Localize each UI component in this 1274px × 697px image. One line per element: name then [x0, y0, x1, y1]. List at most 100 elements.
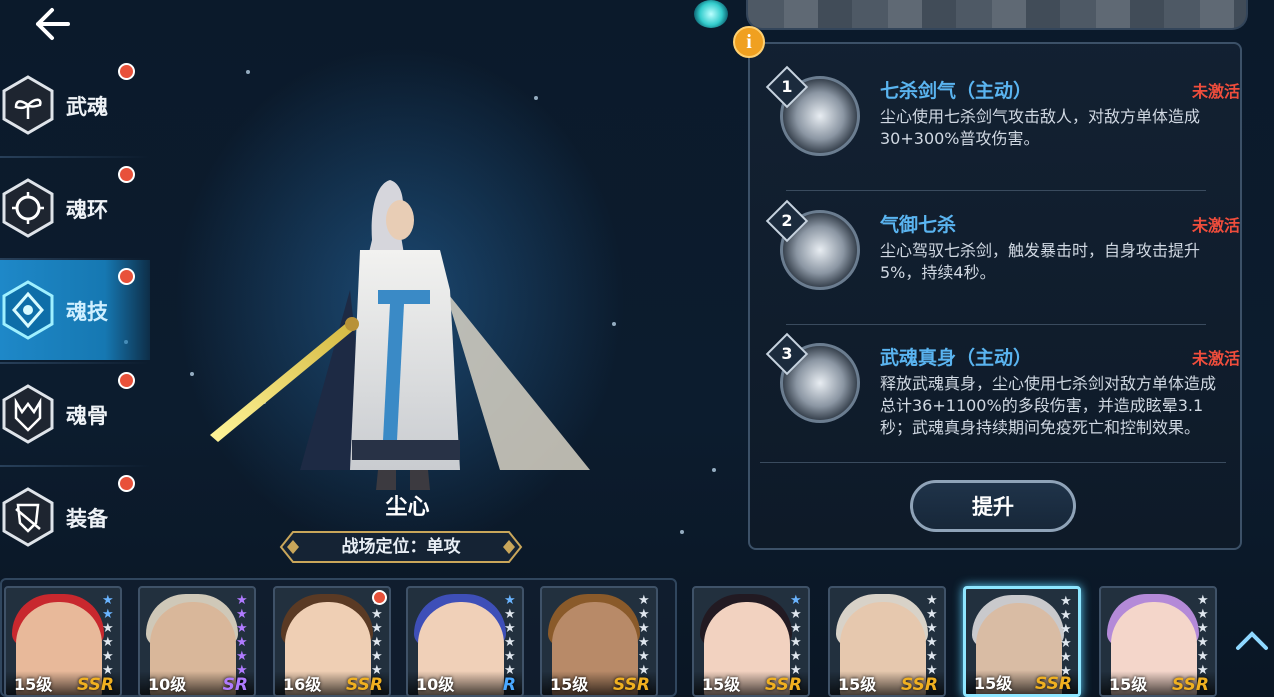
hero-rarity: SSR — [1035, 674, 1072, 694]
star-icon: ★ — [926, 607, 938, 622]
star-icon: ★ — [102, 635, 114, 650]
star-icon: ★ — [926, 621, 938, 636]
star-icon: ★ — [236, 649, 248, 664]
skill-description: 释放武魂真身，尘心使用七杀剑对敌方单体造成总计36+1100%的多段伤害，并造成… — [880, 374, 1217, 437]
scroll-up-icon[interactable] — [1234, 628, 1270, 652]
star-icon: ★ — [790, 635, 802, 650]
star-rating: ★★★★★★ — [236, 594, 250, 678]
star-icon: ★ — [504, 593, 516, 608]
notification-dot — [118, 372, 135, 389]
star-rating: ★★★★★★ — [790, 594, 804, 678]
star-rating: ★★★★★★ — [371, 594, 385, 678]
nav-label: 武魂 — [66, 95, 108, 119]
star-rating: ★★★★★★ — [926, 594, 940, 678]
star-icon: ★ — [926, 635, 938, 650]
sparkle — [680, 530, 684, 534]
star-icon: ★ — [1060, 636, 1072, 651]
star-icon: ★ — [926, 593, 938, 608]
star-icon: ★ — [1197, 621, 1209, 636]
hero-card[interactable]: ★ ★ ★ ★ ★ ★ 15级 SSR — [963, 586, 1081, 697]
hero-card[interactable]: ★ ★ ★ ★ ★ ★ 15级 SSR — [1099, 586, 1217, 697]
hero-card[interactable]: ★ ★ ★ ★ ★ ★ 10级 R — [406, 586, 524, 697]
hero-rarity: SSR — [77, 675, 114, 695]
divider — [786, 190, 1206, 191]
star-icon: ★ — [504, 621, 516, 636]
nav-label: 魂环 — [66, 198, 108, 222]
hero-card[interactable]: ★ ★ ★ ★ ★ ★ 15级 SSR — [540, 586, 658, 697]
sparkle — [246, 70, 250, 74]
notification-dot — [118, 268, 135, 285]
sparkle — [534, 96, 538, 100]
hero-rarity: SR — [222, 675, 248, 695]
hero-rarity: SSR — [1172, 675, 1209, 695]
hero-name: 尘心 — [385, 495, 430, 520]
hero-rarity: R — [502, 675, 516, 695]
star-icon: ★ — [926, 649, 938, 664]
hero-rarity: SSR — [613, 675, 650, 695]
skill-title: 武魂真身（主动） — [880, 347, 1033, 369]
notification-dot — [372, 590, 387, 605]
star-icon: ★ — [1060, 594, 1072, 609]
upgrade-button[interactable]: 提升 — [910, 480, 1076, 532]
battle-role-text: 战场定位：单攻 — [341, 537, 461, 557]
star-icon: ★ — [102, 649, 114, 664]
notification-dot — [118, 475, 135, 492]
soul-skill-icon — [2, 280, 54, 340]
skill-status: 未激活 — [1191, 349, 1240, 368]
star-icon: ★ — [790, 621, 802, 636]
star-icon: ★ — [638, 635, 650, 650]
hero-level: 16级 — [283, 675, 322, 694]
nav-equipment[interactable]: 装备 — [0, 467, 150, 567]
hero-rarity: SSR — [901, 675, 938, 695]
nav-label: 魂骨 — [66, 404, 108, 428]
hero-rarity: SSR — [346, 675, 383, 695]
hero-level: 15级 — [550, 675, 589, 694]
nav-label: 装备 — [66, 507, 108, 531]
skill-title: 七杀剑气（主动） — [880, 80, 1033, 102]
info-icon[interactable]: i — [733, 26, 765, 58]
nav-label: 魂技 — [66, 300, 108, 324]
skill-status: 未激活 — [1191, 82, 1240, 101]
hero-card[interactable]: ★ ★ ★ ★ ★ ★ 10级 SR — [138, 586, 256, 697]
star-icon: ★ — [1060, 650, 1072, 665]
hero-card[interactable]: ★ ★ ★ ★ ★ ★ 15级 SSR — [4, 586, 122, 697]
skill-title: 气御七杀 — [880, 214, 957, 236]
star-icon: ★ — [1197, 649, 1209, 664]
skill-description: 尘心使用七杀剑气攻击敌人，对敌方单体造成30+300%普攻伤害。 — [880, 107, 1201, 148]
hero-card[interactable]: ★ ★ ★ ★ ★ ★ 15级 SSR — [692, 586, 810, 697]
star-icon: ★ — [790, 649, 802, 664]
star-icon: ★ — [371, 621, 383, 636]
soul-ring-icon — [2, 178, 54, 238]
star-rating: ★★★★★★ — [1197, 594, 1211, 678]
skill-description: 尘心驾驭七杀剑，触发暴击时，自身攻击提升5%，持续4秒。 — [880, 241, 1201, 282]
back-arrow-icon[interactable] — [30, 4, 74, 44]
hero-card[interactable]: ★ ★ ★ ★ ★ ★ 15级 SSR — [828, 586, 946, 697]
equipment-icon — [2, 487, 54, 547]
star-icon: ★ — [102, 593, 114, 608]
sparkle — [712, 468, 716, 472]
star-icon: ★ — [236, 607, 248, 622]
star-icon: ★ — [102, 607, 114, 622]
battle-role-badge: 战场定位：单攻 — [279, 530, 523, 564]
star-icon: ★ — [236, 593, 248, 608]
nav-soul-bone[interactable]: 魂骨 — [0, 364, 150, 464]
star-icon: ★ — [504, 635, 516, 650]
star-icon: ★ — [1197, 635, 1209, 650]
star-icon: ★ — [790, 593, 802, 608]
sparkle — [612, 322, 616, 326]
hero-level: 10级 — [148, 675, 187, 694]
star-icon: ★ — [102, 621, 114, 636]
hero-card[interactable]: ★★★★★★ 16级 SSR — [273, 586, 391, 697]
nav-soul-ring[interactable]: 魂环 — [0, 158, 150, 258]
star-icon: ★ — [236, 635, 248, 650]
nav-soul-skill[interactable]: 魂技 — [0, 260, 150, 360]
resource-bar — [746, 0, 1248, 30]
nav-martial-soul[interactable]: 武魂 — [0, 55, 150, 155]
star-icon: ★ — [371, 635, 383, 650]
star-icon: ★ — [638, 649, 650, 664]
star-rating: ★★★★★★ — [1060, 595, 1074, 679]
star-icon: ★ — [790, 607, 802, 622]
star-icon: ★ — [371, 607, 383, 622]
hero-rarity: SSR — [765, 675, 802, 695]
notification-dot — [118, 166, 135, 183]
